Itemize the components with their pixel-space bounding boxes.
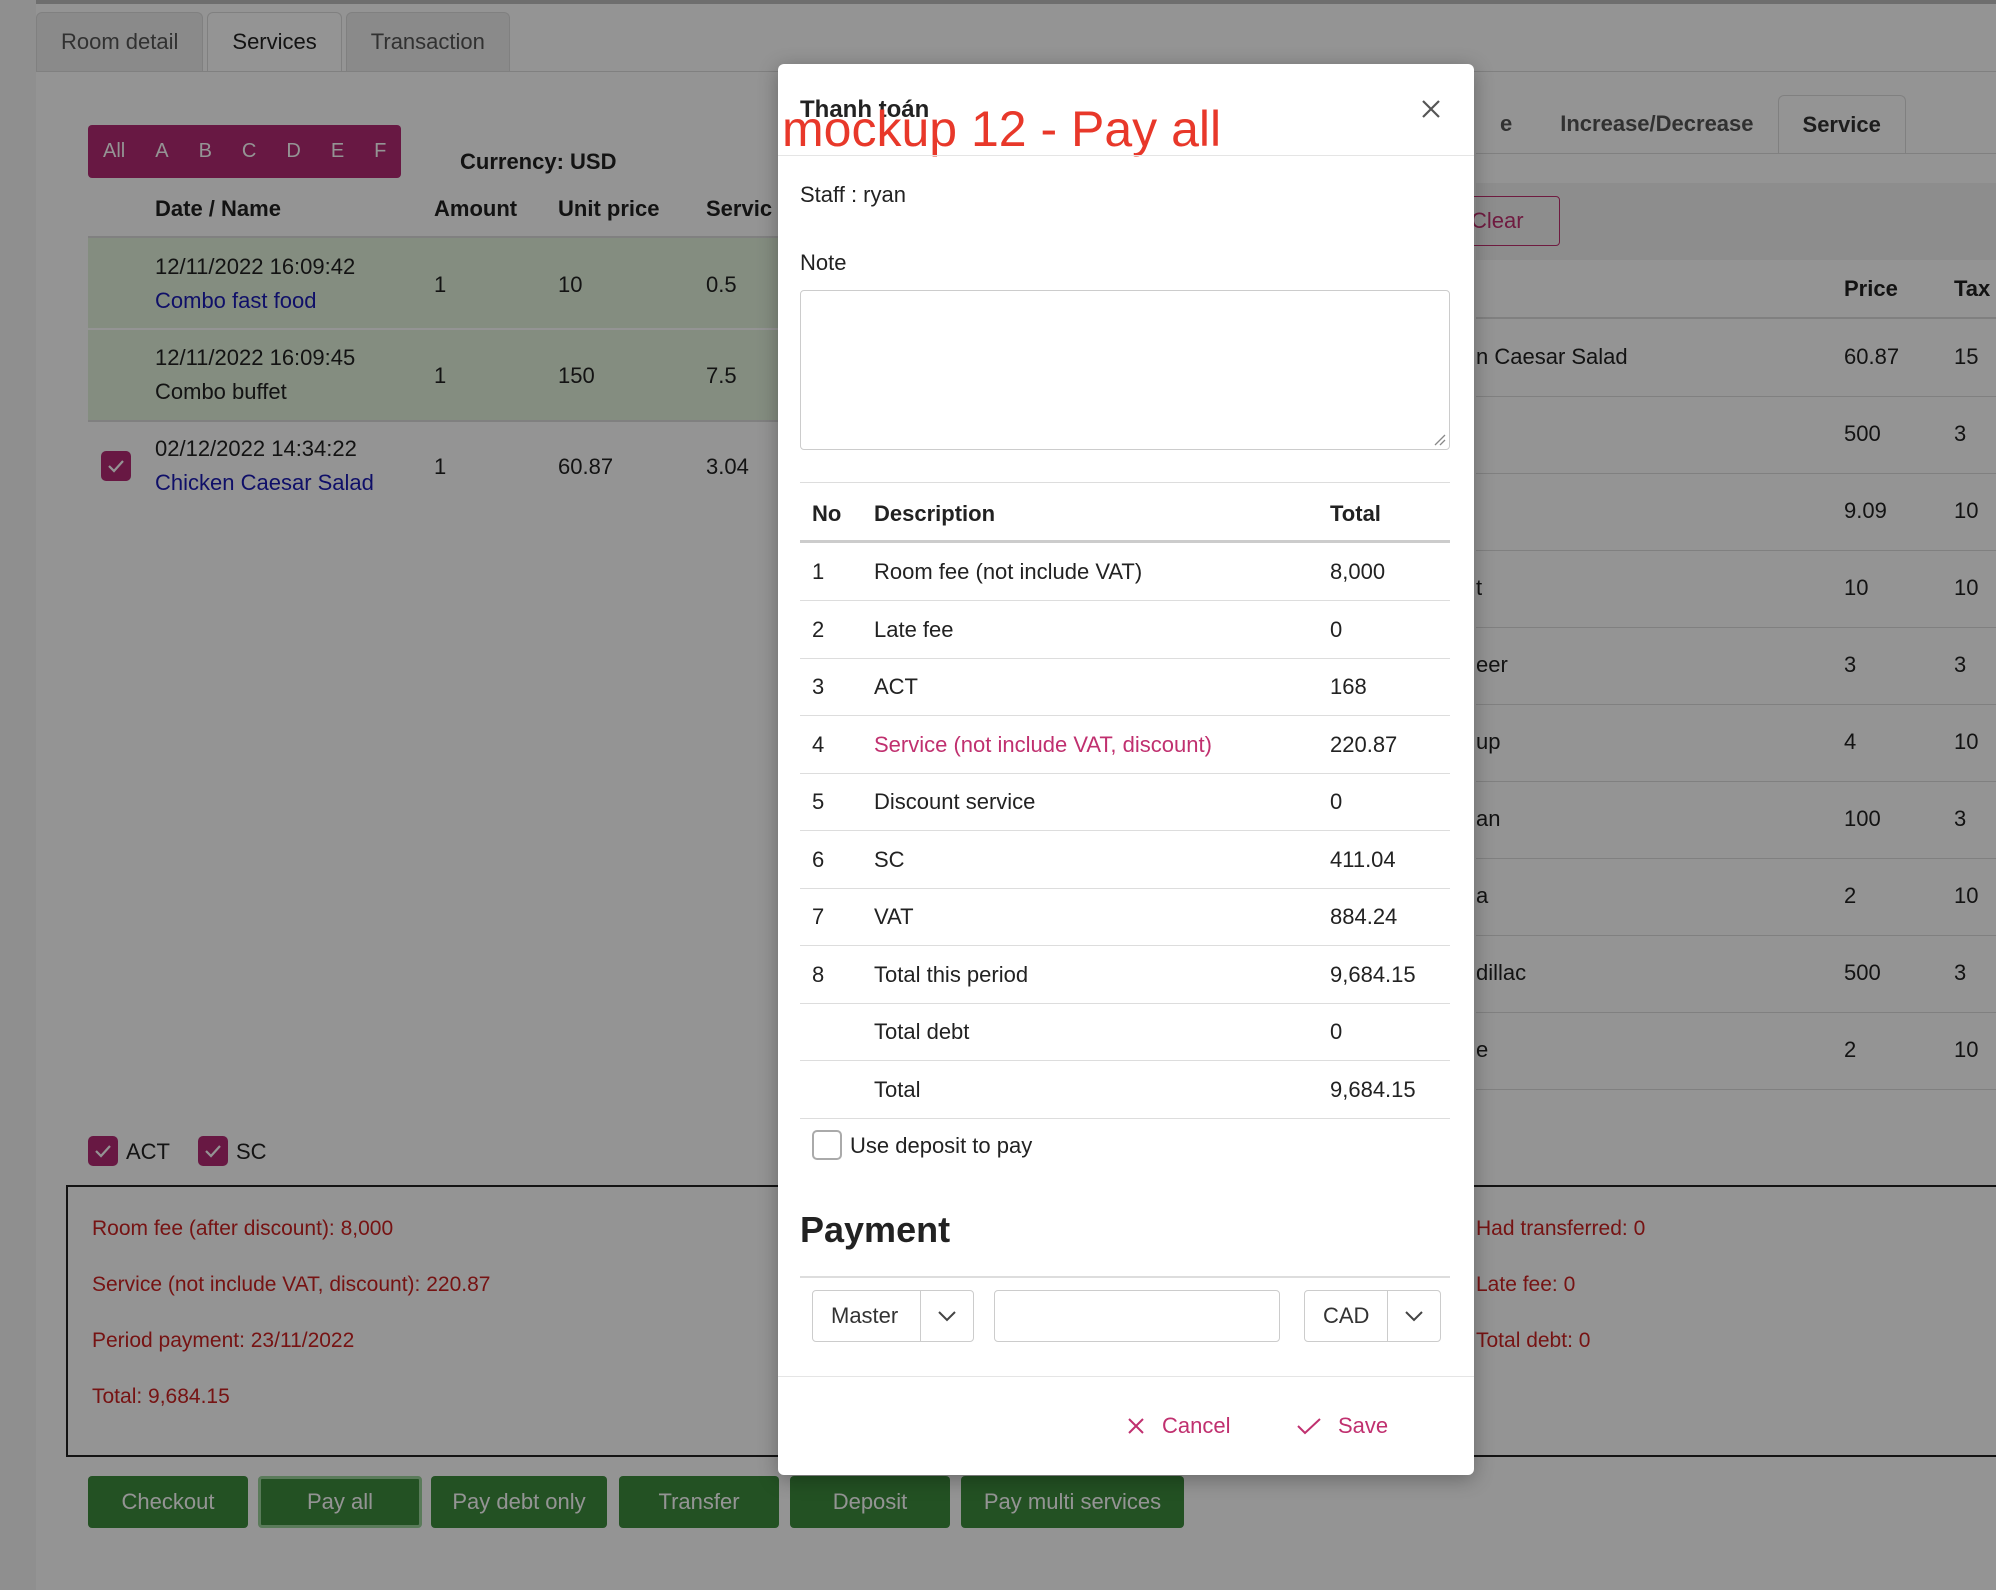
row-description: VAT <box>874 904 914 929</box>
chevron-down-icon <box>1387 1291 1440 1341</box>
save-label: Save <box>1338 1413 1389 1438</box>
row-total: 0 <box>1330 789 1343 814</box>
row-total: 8,000 <box>1330 559 1386 584</box>
row-total: 9,684.15 <box>1330 1076 1416 1102</box>
modal-table-row: 6 SC 411.04 <box>800 831 1450 889</box>
row-description: Total this period <box>874 961 1029 987</box>
row-no: 2 <box>812 616 825 642</box>
check-icon <box>1297 1418 1321 1435</box>
row-description: ACT <box>874 674 918 699</box>
row-description: Late fee <box>874 616 954 642</box>
row-description: Room fee (not include VAT) <box>874 559 1143 584</box>
row-description: Total debt <box>874 1019 970 1044</box>
use-deposit-label: Use deposit to pay <box>850 1133 1033 1158</box>
currency-value: CAD <box>1323 1303 1370 1328</box>
modal-table-row: Total 9,684.15 <box>800 1061 1450 1119</box>
col-total: Total <box>1330 501 1381 526</box>
payment-modal: Thanh toán mockup 12 - Pay all Staff : r… <box>778 64 1474 1475</box>
table-top-border <box>800 482 1450 483</box>
modal-table-row: 4 Service (not include VAT, discount) 220.… <box>800 716 1450 774</box>
payment-method-select[interactable]: Master <box>812 1290 974 1342</box>
payment-amount-input[interactable] <box>994 1290 1280 1342</box>
cancel-button[interactable]: Cancel <box>1126 1406 1230 1446</box>
row-description: SC <box>874 846 905 872</box>
staff-label: Staff : ryan <box>800 182 906 207</box>
row-total: 168 <box>1330 674 1367 699</box>
modal-header-divider <box>778 155 1474 156</box>
close-icon <box>1128 1418 1144 1434</box>
modal-table-row: 3 ACT 168 <box>800 658 1450 716</box>
note-textarea[interactable] <box>800 290 1450 450</box>
row-no: 3 <box>812 674 825 699</box>
row-total: 220.87 <box>1330 731 1398 757</box>
row-total: 9,684.15 <box>1330 961 1416 987</box>
note-label: Note <box>800 250 847 275</box>
row-no: 5 <box>812 789 825 814</box>
row-no: 4 <box>812 731 825 757</box>
row-description: Discount service <box>874 789 1036 814</box>
payment-method-value: Master <box>831 1303 899 1328</box>
use-deposit-checkbox[interactable] <box>812 1130 842 1160</box>
row-total: 411.04 <box>1330 846 1396 872</box>
row-no: 8 <box>812 961 825 987</box>
row-no: 6 <box>812 846 825 872</box>
resize-handle-icon[interactable] <box>1432 432 1446 446</box>
row-no: 1 <box>812 559 825 584</box>
modal-table-row: 7 VAT 884.24 <box>800 888 1450 946</box>
row-total: 0 <box>1330 1019 1343 1044</box>
payment-divider <box>800 1276 1450 1278</box>
modal-table-row: 8 Total this period 9,684.15 <box>800 946 1450 1004</box>
modal-footer-divider <box>778 1376 1474 1377</box>
row-total: 0 <box>1330 616 1343 642</box>
save-button[interactable]: Save <box>1296 1406 1388 1446</box>
cancel-label: Cancel <box>1162 1413 1231 1438</box>
row-no: 7 <box>812 904 825 929</box>
col-no: No <box>812 501 842 526</box>
chevron-down-icon <box>920 1291 973 1341</box>
row-description: Total <box>874 1076 921 1102</box>
modal-table-row: 2 Late fee 0 <box>800 601 1450 659</box>
mockup-annotation: mockup 12 - Pay all <box>782 101 1222 157</box>
row-description: Service (not include VAT, discount) <box>874 731 1212 757</box>
modal-table-row: 5 Discount service 0 <box>800 773 1450 831</box>
modal-table-row: 1 Room fee (not include VAT) 8,000 <box>800 543 1450 601</box>
currency-select[interactable]: CAD <box>1304 1290 1441 1342</box>
col-description: Description <box>874 501 996 526</box>
modal-table-row: Total debt 0 <box>800 1003 1450 1061</box>
payment-heading: Payment <box>800 1209 951 1250</box>
row-total: 884.24 <box>1330 904 1398 929</box>
close-icon[interactable] <box>1416 94 1446 124</box>
